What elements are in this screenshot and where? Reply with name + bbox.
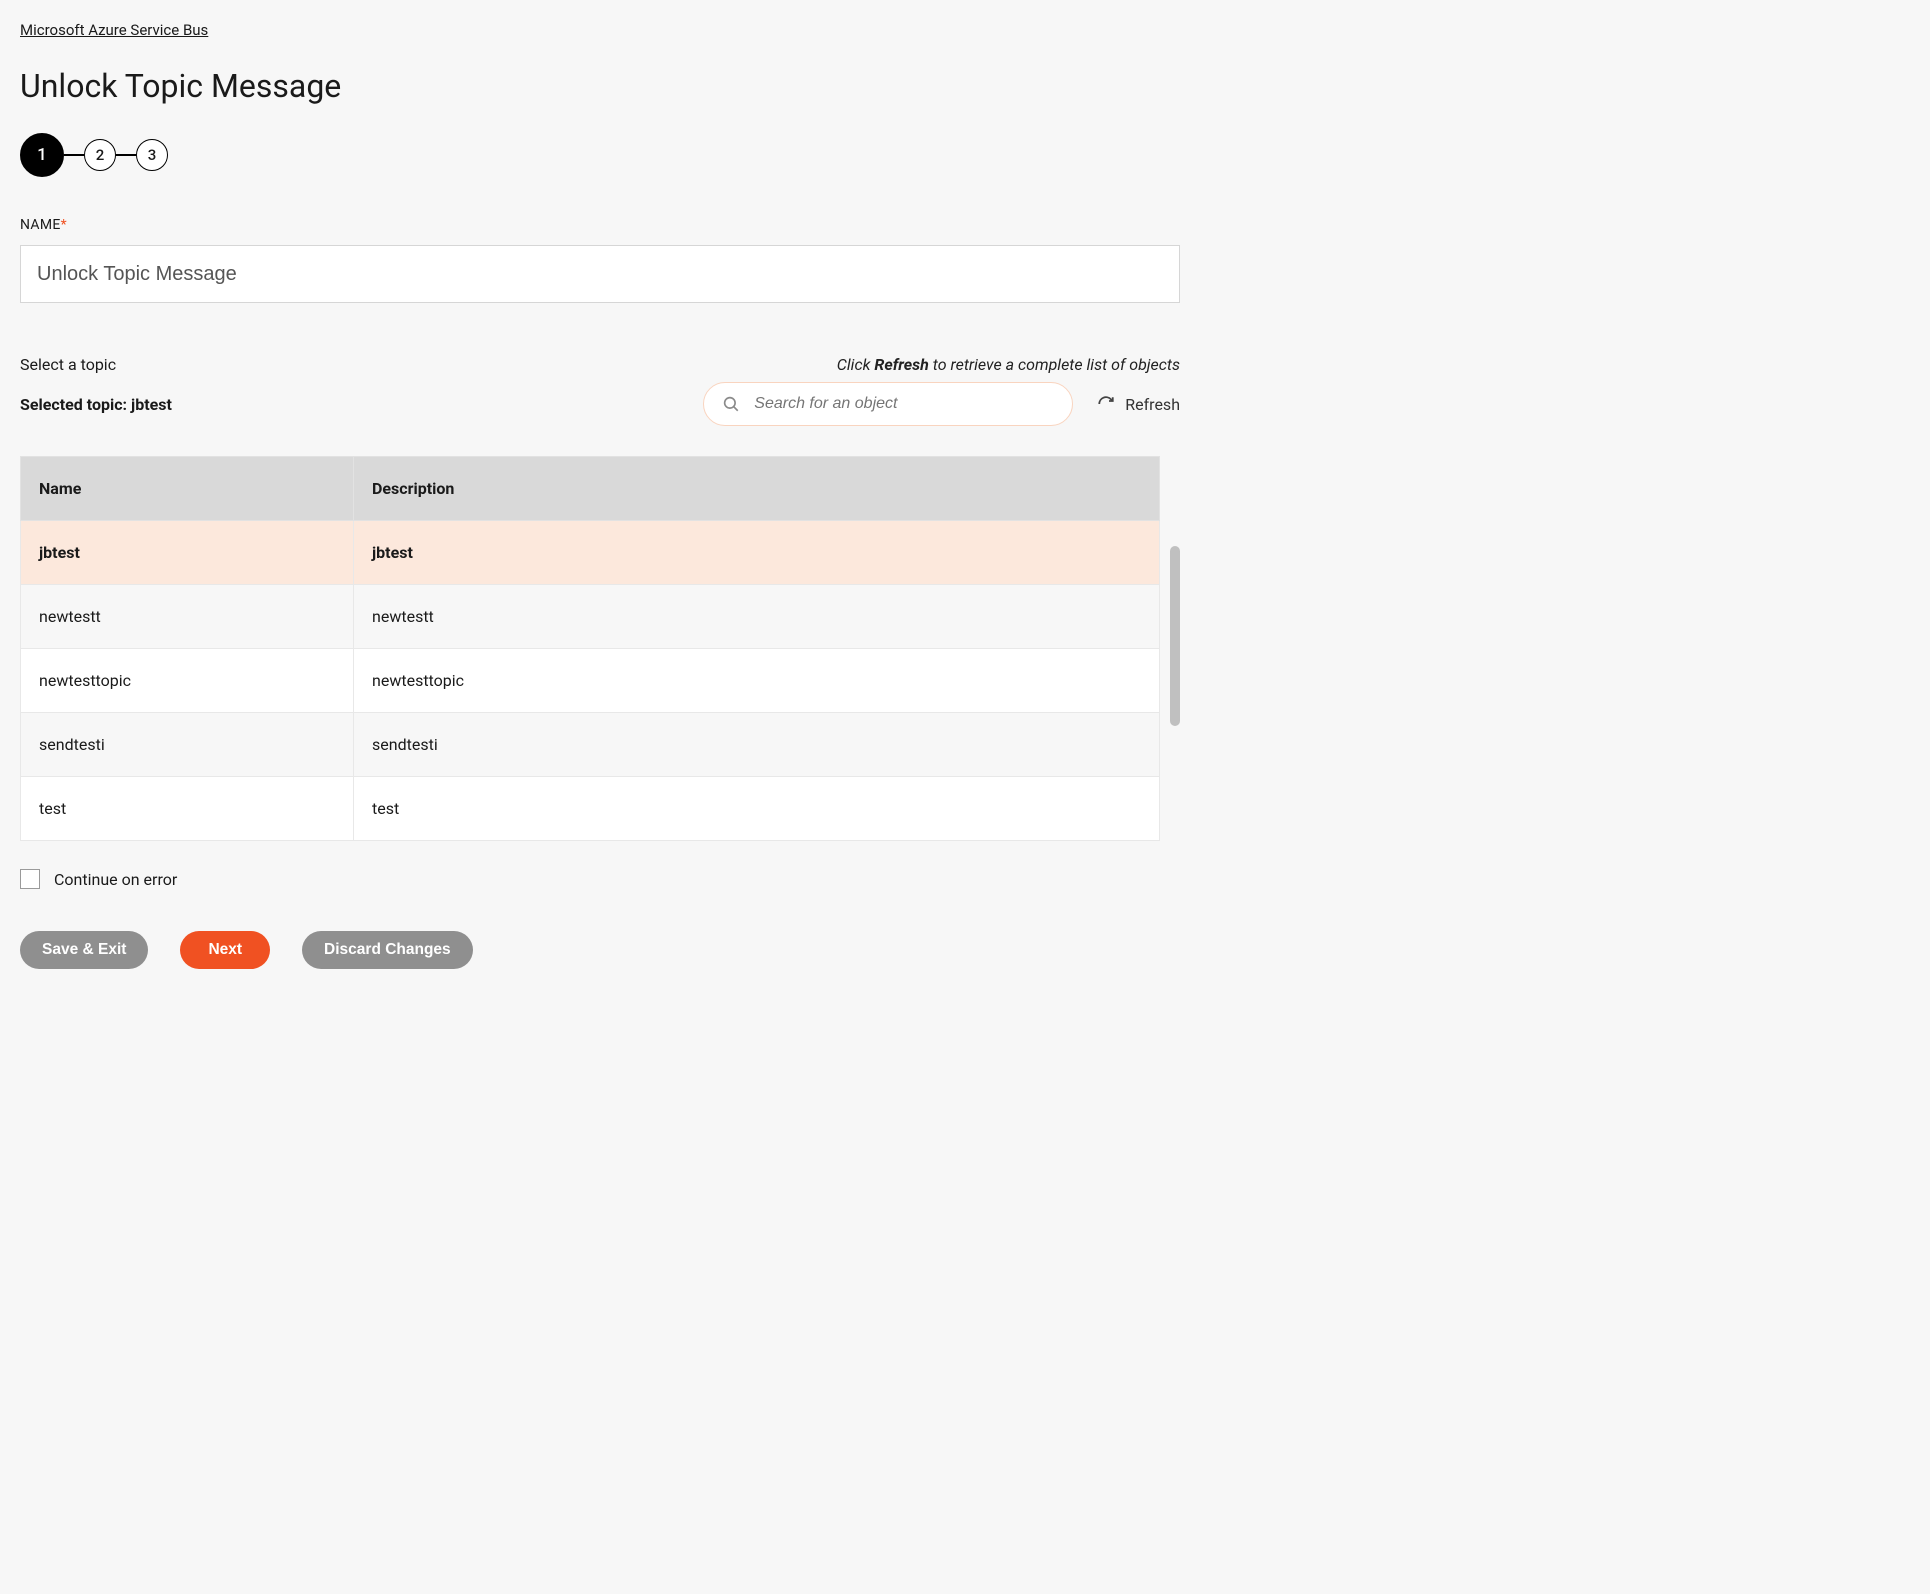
select-topic-label: Select a topic: [20, 355, 116, 374]
step-2[interactable]: 2: [84, 139, 116, 171]
required-marker: *: [61, 217, 67, 233]
cell-description: newtestt: [354, 585, 1160, 649]
scrollbar-track[interactable]: [1168, 518, 1180, 841]
search-input[interactable]: [754, 395, 1054, 413]
col-header-description[interactable]: Description: [354, 457, 1160, 521]
refresh-label: Refresh: [1125, 395, 1180, 414]
step-connector: [116, 154, 136, 156]
cell-description: newtesttopic: [354, 649, 1160, 713]
discard-button[interactable]: Discard Changes: [302, 931, 473, 969]
cell-name: newtestt: [21, 585, 354, 649]
cell-name: jbtest: [21, 521, 354, 585]
cell-name: sendtesti: [21, 713, 354, 777]
hint-prefix: Click: [837, 355, 875, 374]
col-header-name[interactable]: Name: [21, 457, 354, 521]
save-exit-button[interactable]: Save & Exit: [20, 931, 148, 969]
selected-topic-label: Selected topic: jbtest: [20, 395, 172, 414]
selected-prefix: Selected topic:: [20, 395, 131, 414]
continue-on-error-checkbox[interactable]: [20, 869, 40, 889]
table-row[interactable]: sendtesti sendtesti: [21, 713, 1160, 777]
cell-description: test: [354, 777, 1160, 841]
breadcrumb-link[interactable]: Microsoft Azure Service Bus: [20, 21, 208, 39]
cell-name: newtesttopic: [21, 649, 354, 713]
hint-suffix: to retrieve a complete list of objects: [929, 355, 1180, 374]
hint-bold: Refresh: [874, 355, 928, 374]
table-row[interactable]: newtesttopic newtesttopic: [21, 649, 1160, 713]
search-icon: [722, 395, 740, 413]
continue-on-error-label: Continue on error: [54, 870, 177, 889]
step-1[interactable]: 1: [20, 133, 64, 177]
refresh-button[interactable]: Refresh: [1097, 395, 1180, 414]
table-row[interactable]: jbtest jbtest: [21, 521, 1160, 585]
topic-table-wrap: Name Description jbtest jbtest newtestt …: [20, 456, 1180, 841]
cell-name: test: [21, 777, 354, 841]
cell-description: sendtesti: [354, 713, 1160, 777]
name-label-text: NAME: [20, 217, 61, 233]
table-row[interactable]: test test: [21, 777, 1160, 841]
step-3[interactable]: 3: [136, 139, 168, 171]
topic-table: Name Description jbtest jbtest newtestt …: [20, 456, 1160, 841]
scrollbar-thumb[interactable]: [1170, 546, 1180, 726]
name-field-label: NAME*: [20, 217, 1180, 233]
stepper: 1 2 3: [20, 133, 1180, 177]
refresh-icon: [1097, 395, 1115, 413]
table-row[interactable]: newtestt newtestt: [21, 585, 1160, 649]
refresh-hint: Click Refresh to retrieve a complete lis…: [837, 355, 1180, 374]
cell-description: jbtest: [354, 521, 1160, 585]
name-input[interactable]: [20, 245, 1180, 303]
page-title: Unlock Topic Message: [20, 67, 1180, 105]
step-connector: [64, 154, 84, 156]
search-box[interactable]: [703, 382, 1073, 426]
next-button[interactable]: Next: [180, 931, 270, 969]
selected-topic-value: jbtest: [131, 395, 172, 414]
